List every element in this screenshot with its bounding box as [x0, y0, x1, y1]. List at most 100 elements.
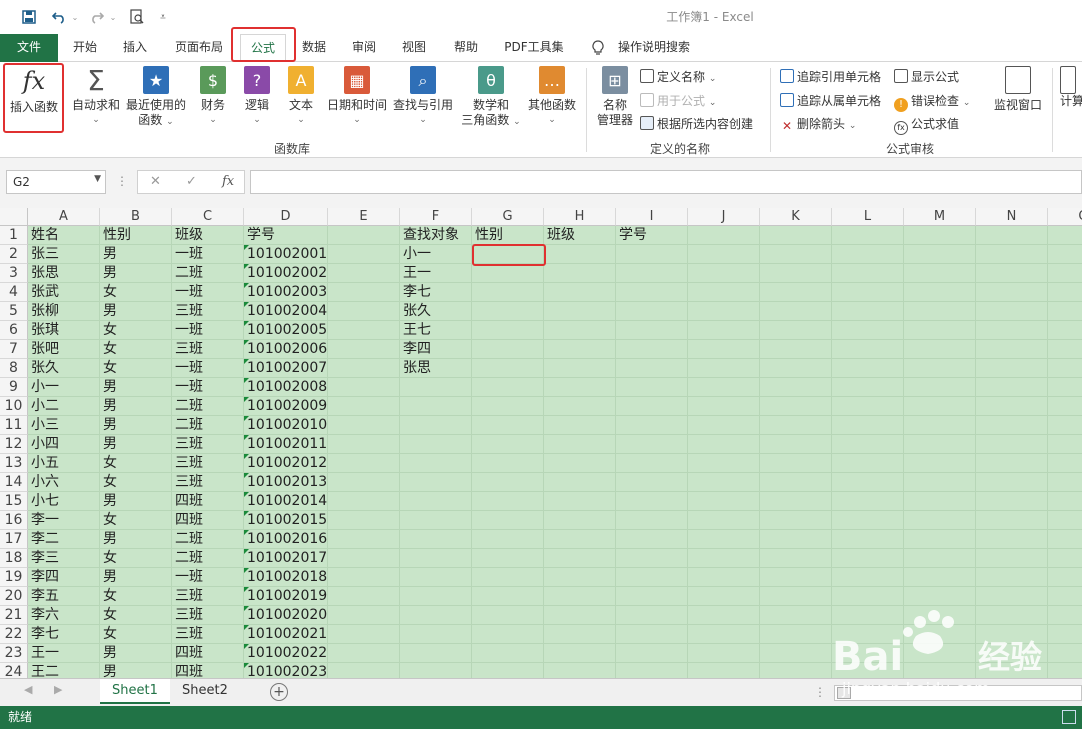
- cell-b20[interactable]: 女: [100, 587, 172, 606]
- row-header[interactable]: 18: [0, 549, 28, 568]
- select-all-corner[interactable]: [0, 208, 28, 226]
- cell-b23[interactable]: 男: [100, 644, 172, 663]
- cell-c9[interactable]: 一班: [172, 378, 244, 397]
- cell-b10[interactable]: 男: [100, 397, 172, 416]
- cell-b1[interactable]: 性别: [100, 226, 172, 245]
- row-header[interactable]: 10: [0, 397, 28, 416]
- cell-d20[interactable]: 101002019: [244, 587, 328, 606]
- cell-c24[interactable]: 四班: [172, 663, 244, 678]
- create-from-selection-button[interactable]: 根据所选内容创建: [640, 115, 753, 133]
- row-header[interactable]: 21: [0, 606, 28, 625]
- cell-b4[interactable]: 女: [100, 283, 172, 302]
- cell-a20[interactable]: 李五: [28, 587, 100, 606]
- cell-d19[interactable]: 101002018: [244, 568, 328, 587]
- cell-b2[interactable]: 男: [100, 245, 172, 264]
- cell-c12[interactable]: 三班: [172, 435, 244, 454]
- cell-c2[interactable]: 一班: [172, 245, 244, 264]
- name-manager-button[interactable]: ⊞ 名称 管理器: [592, 66, 638, 128]
- cell-d18[interactable]: 101002017: [244, 549, 328, 568]
- tab-review[interactable]: 审阅: [342, 34, 386, 62]
- cell-d10[interactable]: 101002009: [244, 397, 328, 416]
- tab-view[interactable]: 视图: [392, 34, 436, 62]
- cell-d13[interactable]: 101002012: [244, 454, 328, 473]
- text-button[interactable]: A 文本 ⌄: [282, 66, 320, 128]
- row-header[interactable]: 6: [0, 321, 28, 340]
- cell-b13[interactable]: 女: [100, 454, 172, 473]
- define-name-button[interactable]: 定义名称 ⌄: [640, 68, 716, 86]
- cell-a2[interactable]: 张三: [28, 245, 100, 264]
- cell-a7[interactable]: 张吧: [28, 340, 100, 359]
- cell-a8[interactable]: 张久: [28, 359, 100, 378]
- name-box[interactable]: G2 ▼: [6, 170, 106, 194]
- chevron-down-icon[interactable]: ▼: [94, 174, 101, 184]
- cell-c11[interactable]: 二班: [172, 416, 244, 435]
- row-header[interactable]: 9: [0, 378, 28, 397]
- tab-formulas[interactable]: 公式: [240, 34, 286, 63]
- cell-f5[interactable]: 张久: [400, 302, 472, 321]
- column-header-l[interactable]: L: [832, 208, 904, 226]
- redo-dropdown-icon[interactable]: ⌄: [108, 8, 118, 26]
- row-header[interactable]: 20: [0, 587, 28, 606]
- cell-d23[interactable]: 101002022: [244, 644, 328, 663]
- column-header-b[interactable]: B: [100, 208, 172, 226]
- row-header[interactable]: 11: [0, 416, 28, 435]
- column-header-n[interactable]: N: [976, 208, 1048, 226]
- cell-f2[interactable]: 小一: [400, 245, 472, 264]
- cell-c18[interactable]: 二班: [172, 549, 244, 568]
- cell-a24[interactable]: 王二: [28, 663, 100, 678]
- cell-c22[interactable]: 三班: [172, 625, 244, 644]
- use-in-formula-button[interactable]: 用于公式 ⌄: [640, 92, 716, 110]
- cell-c23[interactable]: 四班: [172, 644, 244, 663]
- financial-button[interactable]: $ 财务 ⌄: [194, 66, 232, 128]
- cell-i1[interactable]: 学号: [616, 226, 688, 245]
- cell-b21[interactable]: 女: [100, 606, 172, 625]
- cell-d15[interactable]: 101002014: [244, 492, 328, 511]
- scroll-right-icon[interactable]: ▶: [54, 683, 62, 696]
- cell-c17[interactable]: 二班: [172, 530, 244, 549]
- row-header[interactable]: 13: [0, 454, 28, 473]
- show-formulas-button[interactable]: 显示公式: [894, 68, 959, 86]
- cell-b8[interactable]: 女: [100, 359, 172, 378]
- cell-c4[interactable]: 一班: [172, 283, 244, 302]
- tab-insert[interactable]: 插入: [112, 34, 158, 62]
- cell-g1[interactable]: 性别: [472, 226, 544, 245]
- page-view-icon[interactable]: [1062, 710, 1076, 724]
- cell-c3[interactable]: 二班: [172, 264, 244, 283]
- tab-help[interactable]: 帮助: [444, 34, 488, 62]
- sheet-tab-sheet2[interactable]: Sheet2: [170, 679, 240, 704]
- undo-icon[interactable]: [50, 8, 68, 26]
- error-checking-button[interactable]: ! 错误检查 ⌄: [894, 92, 970, 112]
- column-header-c[interactable]: C: [172, 208, 244, 226]
- datetime-button[interactable]: ▦ 日期和时间 ⌄: [324, 66, 390, 128]
- row-header[interactable]: 3: [0, 264, 28, 283]
- cell-b22[interactable]: 女: [100, 625, 172, 644]
- cell-b11[interactable]: 男: [100, 416, 172, 435]
- tab-file[interactable]: 文件: [0, 34, 58, 62]
- row-header[interactable]: 7: [0, 340, 28, 359]
- cell-b5[interactable]: 男: [100, 302, 172, 321]
- row-header[interactable]: 12: [0, 435, 28, 454]
- undo-dropdown-icon[interactable]: ⌄: [70, 8, 80, 26]
- column-header-d[interactable]: D: [244, 208, 328, 226]
- tab-pdf-tools[interactable]: PDF工具集: [496, 34, 572, 62]
- cell-f4[interactable]: 李七: [400, 283, 472, 302]
- cell-b15[interactable]: 男: [100, 492, 172, 511]
- cell-d17[interactable]: 101002016: [244, 530, 328, 549]
- cell-c21[interactable]: 三班: [172, 606, 244, 625]
- row-header[interactable]: 15: [0, 492, 28, 511]
- horizontal-scrollbar[interactable]: [834, 685, 1082, 701]
- cell-d7[interactable]: 101002006: [244, 340, 328, 359]
- cell-d3[interactable]: 101002002: [244, 264, 328, 283]
- cell-a16[interactable]: 李一: [28, 511, 100, 530]
- cell-b6[interactable]: 女: [100, 321, 172, 340]
- cell-d21[interactable]: 101002020: [244, 606, 328, 625]
- row-header[interactable]: 23: [0, 644, 28, 663]
- column-header-m[interactable]: M: [904, 208, 976, 226]
- row-header[interactable]: 1: [0, 226, 28, 245]
- row-header[interactable]: 8: [0, 359, 28, 378]
- cell-a4[interactable]: 张武: [28, 283, 100, 302]
- cell-c14[interactable]: 三班: [172, 473, 244, 492]
- column-header-g[interactable]: G: [472, 208, 544, 226]
- cell-d2[interactable]: 101002001: [244, 245, 328, 264]
- cell-a5[interactable]: 张柳: [28, 302, 100, 321]
